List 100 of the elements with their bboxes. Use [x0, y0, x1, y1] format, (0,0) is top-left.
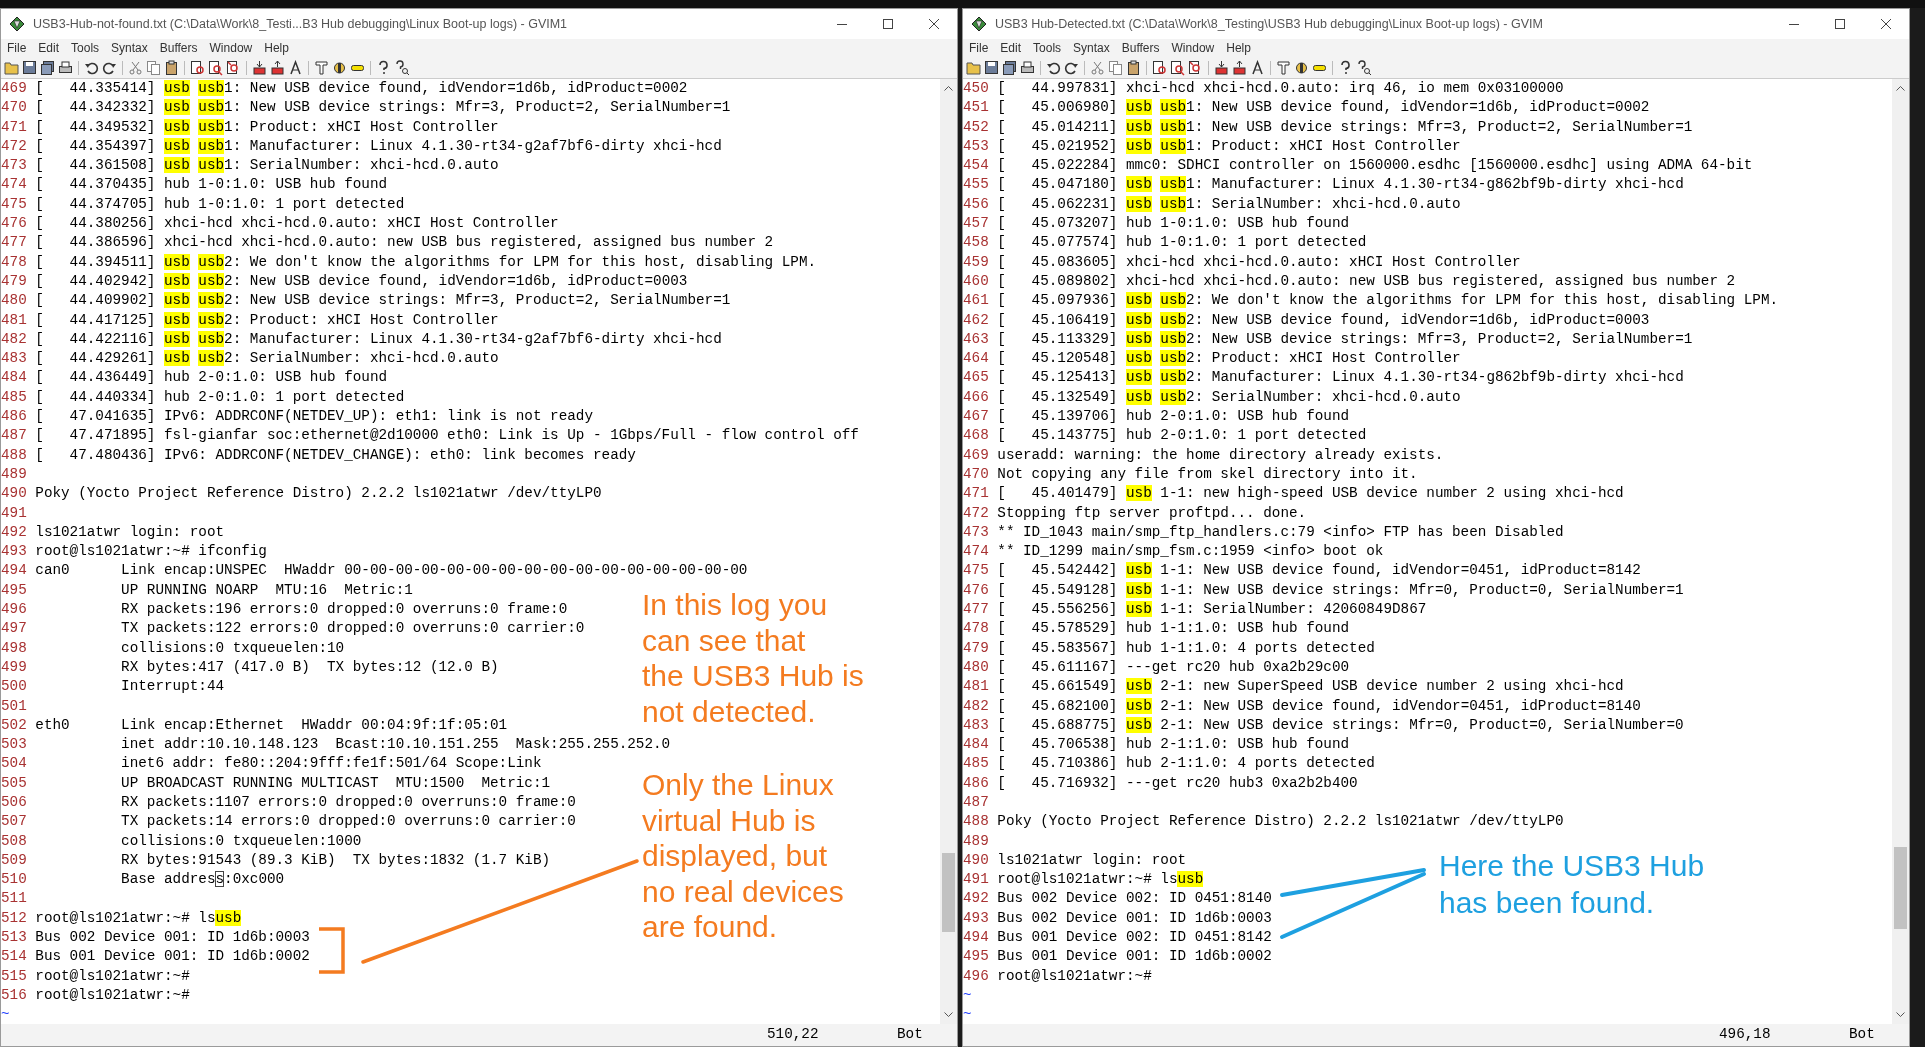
- line-number: 496: [1, 600, 28, 619]
- menu-item[interactable]: Buffers: [1119, 39, 1162, 57]
- line-number: 456: [963, 194, 990, 214]
- line-number: 509: [1, 850, 28, 870]
- line-number: 471: [963, 484, 990, 504]
- save-icon[interactable]: [984, 59, 999, 76]
- line-number: 504: [1, 754, 28, 774]
- scroll-up-icon[interactable]: [1896, 85, 1905, 91]
- line-number: 476: [1, 214, 28, 234]
- log-line: RX bytes:91543 (89.3 KiB) TX bytes:1832 (1.7 KiB): [120, 850, 551, 870]
- log-line: [ 44.335414] usb usb1: New USB device found, idVendor=1d6b, idProduct=0002: [35, 79, 688, 98]
- line-number: 458: [963, 233, 990, 253]
- line-number: 470: [1, 98, 28, 118]
- line-number: 459: [963, 252, 990, 272]
- log-line: [ 44.394511] usb usb2: We don't know the algorithms for LPM for this host, disabling LPM.: [35, 252, 817, 272]
- menu-item[interactable]: Help: [1224, 39, 1253, 57]
- line-number: 475: [963, 561, 990, 581]
- line-number: 482: [963, 696, 990, 716]
- save-all-icon[interactable]: [1002, 59, 1017, 76]
- line-number: 477: [1, 233, 28, 253]
- line-number: 472: [963, 503, 990, 523]
- line-number: 461: [963, 291, 990, 311]
- save-icon[interactable]: [22, 59, 37, 76]
- print-icon[interactable]: [1020, 59, 1035, 76]
- line-number: 485: [1, 387, 28, 407]
- line-number: 465: [963, 368, 990, 388]
- log-line: collisions:0 txqueuelen:10: [120, 638, 345, 658]
- line-number: 490: [1, 484, 28, 504]
- line-number: 484: [1, 368, 28, 388]
- menu-item[interactable]: Buffers: [157, 39, 200, 57]
- menu-item[interactable]: Window: [207, 39, 255, 57]
- log-line: [ 45.106419] usb usb2: New USB device found, idVendor=1d6b, idProduct=0003: [997, 310, 1650, 330]
- log-line: [ 45.125413] usb usb2: Manufacturer: Linux 4.1.30-rt34-g862bf9b-dirty xhci-hcd: [997, 368, 1684, 388]
- line-number: 463: [963, 329, 990, 349]
- find-next-icon[interactable]: [1170, 59, 1185, 76]
- find-next-icon[interactable]: [208, 59, 223, 76]
- line-number: 482: [1, 329, 28, 349]
- find-help-icon[interactable]: [1356, 59, 1371, 76]
- log-line: [ 45.401479] usb 1-1: new high-speed USB device number 2 using xhci-hcd: [997, 484, 1624, 504]
- scrollbar[interactable]: [1892, 79, 1909, 1024]
- menu-item[interactable]: File: [5, 39, 29, 57]
- find-help-icon[interactable]: [394, 59, 409, 76]
- menu-item[interactable]: Tools: [1031, 39, 1064, 57]
- print-icon[interactable]: [58, 59, 73, 76]
- scrollbar-thumb[interactable]: [1894, 847, 1907, 929]
- line-number: 471: [1, 117, 28, 137]
- cut-icon[interactable]: [128, 59, 143, 76]
- log-line: [ 45.062231] usb usb1: SerialNumber: xhci-hcd.0.auto: [997, 194, 1461, 214]
- help-icon[interactable]: [376, 59, 391, 76]
- app-logo-icon[interactable]: [9, 16, 25, 32]
- line-number: 486: [963, 773, 990, 793]
- line-number: 494: [1, 561, 28, 581]
- cursor-position: 496,18: [1719, 1025, 1772, 1045]
- menu-item[interactable]: Syntax: [109, 39, 150, 57]
- save-all-icon[interactable]: [40, 59, 55, 76]
- cut-icon[interactable]: [1090, 59, 1105, 76]
- line-number: 489: [963, 831, 990, 851]
- line-number: 487: [1, 426, 28, 446]
- menu-item[interactable]: Edit: [36, 39, 62, 57]
- menu-item[interactable]: Syntax: [1071, 39, 1112, 57]
- line-number: 479: [1, 271, 28, 291]
- menu-item[interactable]: Window: [1169, 39, 1217, 57]
- annotation-text: Only the Linux virtual Hub is displayed, but no real devices are found.: [642, 767, 844, 945]
- annotation-text: In this log you can see that the USB3 Hub is not detected.: [642, 587, 864, 729]
- scrollbar[interactable]: [940, 79, 957, 1024]
- line-number: 496: [963, 966, 990, 986]
- line-number: 472: [1, 136, 28, 156]
- line-number: 492: [963, 889, 990, 909]
- log-line: Bus 002 Device 001: ID 1d6b:0003: [35, 928, 310, 948]
- scrollbar-thumb[interactable]: [942, 853, 955, 932]
- help-icon[interactable]: [1338, 59, 1353, 76]
- log-line: RX bytes:417 (417.0 B) TX bytes:12 (12.0 B): [120, 657, 499, 677]
- line-number: 495: [1, 580, 28, 600]
- line-number: 491: [963, 870, 990, 890]
- log-line: [ 45.113329] usb usb2: New USB device strings: Mfr=3, Product=2, SerialNumber=1: [997, 329, 1693, 349]
- log-line: [ 44.354397] usb usb1: Manufacturer: Linux 4.1.30-rt34-g2af7bf6-dirty xhci-hcd: [35, 136, 722, 156]
- log-line: RX packets:196 errors:0 dropped:0 overruns:0 frame:0: [120, 600, 568, 619]
- open-file-icon[interactable]: [4, 59, 19, 76]
- line-number: 485: [963, 754, 990, 774]
- scroll-down-icon[interactable]: [1896, 1012, 1905, 1018]
- log-line: Interrupt:44: [120, 677, 225, 697]
- open-file-icon[interactable]: [966, 59, 981, 76]
- app-logo-icon[interactable]: [971, 16, 987, 32]
- log-line: [ 45.006980] usb usb1: New USB device found, idVendor=1d6b, idProduct=0002: [997, 98, 1650, 118]
- menu-item[interactable]: Tools: [69, 39, 102, 57]
- line-number: 474: [1, 175, 28, 195]
- scroll-down-icon[interactable]: [944, 1012, 953, 1018]
- scroll-up-icon[interactable]: [944, 85, 953, 91]
- line-number: 488: [963, 812, 990, 832]
- line-number: 484: [963, 735, 990, 755]
- log-line: root@ls1021atwr:~#: [35, 985, 190, 1005]
- log-line: RX packets:1107 errors:0 dropped:0 overruns:0 frame:0: [120, 793, 576, 812]
- paste-icon[interactable]: [164, 59, 179, 76]
- line-number: 478: [963, 619, 990, 639]
- menu-item[interactable]: Help: [262, 39, 291, 57]
- cursor-position: 510,22: [767, 1025, 820, 1045]
- menu-item[interactable]: File: [967, 39, 991, 57]
- log-line: [ 45.083605] xhci-hcd xhci-hcd.0.auto: xHCI Host Controller: [997, 252, 1521, 272]
- menu-item[interactable]: Edit: [998, 39, 1024, 57]
- paste-icon[interactable]: [1126, 59, 1141, 76]
